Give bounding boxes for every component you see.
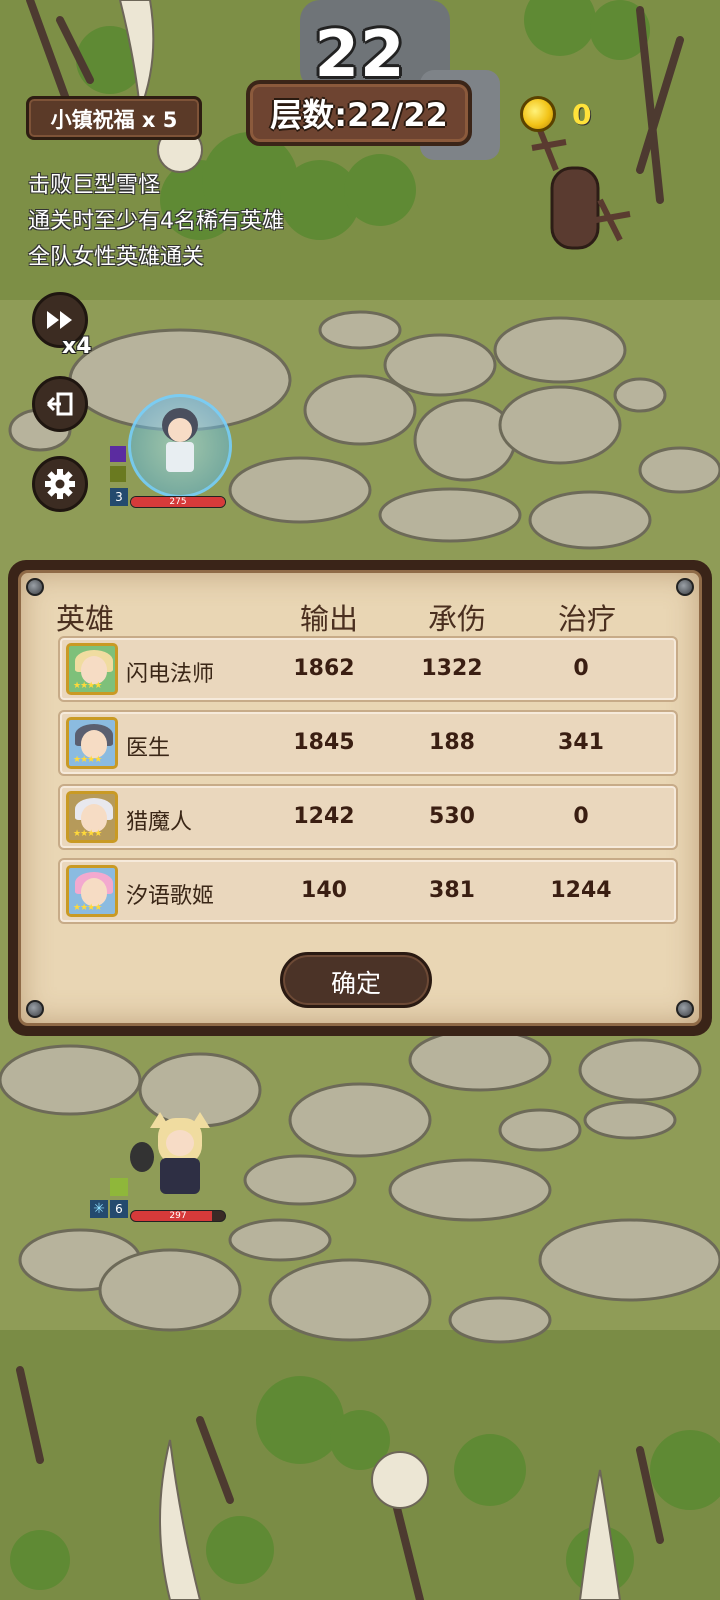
exit-button[interactable]: [32, 376, 88, 432]
damage-taken-value: 188: [429, 730, 475, 755]
damage-taken-value: 1322: [421, 656, 483, 681]
objective-item: 击败巨型雪怪: [28, 173, 161, 198]
hero-stat-row: ★★★★ 闪电法师 1862 1322 0: [58, 636, 678, 702]
portrait-face: [81, 656, 107, 684]
hero-unit-bottom[interactable]: [130, 1112, 230, 1212]
hero-name: 猎魔人: [126, 810, 193, 835]
coin-count: 0: [572, 98, 592, 131]
star-rating-icon: ★★★★: [73, 755, 102, 765]
level-badge: 6: [110, 1200, 128, 1218]
speed-multiplier: x4: [62, 334, 92, 359]
objective-item: 全队女性英雄通关: [28, 245, 205, 270]
floor-counter: 层数:22/22: [246, 80, 472, 146]
rivet-icon: [26, 578, 44, 596]
hero-face: [168, 418, 192, 442]
blessing-label: 小镇祝福 x 5: [50, 108, 178, 132]
buff-icon: [110, 1178, 128, 1196]
damage-taken-value: 530: [429, 804, 475, 829]
damage-value: 1862: [293, 656, 355, 681]
damage-value: 1845: [293, 730, 355, 755]
portrait-face: [81, 878, 107, 906]
star-rating-icon: ★★★★: [73, 903, 102, 913]
rivet-icon: [26, 1000, 44, 1018]
hero-unit-top[interactable]: [128, 394, 232, 498]
objectives-list: 击败巨型雪怪 通关时至少有4名稀有英雄 全队女性英雄通关: [28, 168, 284, 276]
hero-portrait: ★★★★: [66, 643, 118, 695]
confirm-button[interactable]: 确定: [280, 952, 432, 1008]
hp-value: 297: [169, 1211, 187, 1221]
cat-ear-icon: [190, 1112, 210, 1128]
exit-icon: [46, 392, 73, 416]
healing-value: 0: [573, 656, 589, 681]
header-damage-taken: 承伤: [428, 602, 487, 636]
header-healing: 治疗: [558, 602, 617, 636]
hero-stat-row: ★★★★ 猎魔人 1242 530 0: [58, 784, 678, 850]
battle-results-panel: 英雄 输出 承伤 治疗 ★★★★ 闪电法师 1862 1322 0 ★★★★ 医生 1845 1…: [8, 560, 712, 1036]
rivet-icon: [676, 578, 694, 596]
objective-item: 通关时至少有4名稀有英雄: [28, 209, 284, 234]
rivet-icon: [676, 1000, 694, 1018]
damage-taken-value: 381: [429, 878, 475, 903]
damage-value: 1242: [293, 804, 355, 829]
hp-value: 275: [169, 497, 187, 507]
hero-name: 汐语歌姬: [126, 884, 215, 909]
hero-robe: [160, 1158, 200, 1194]
coin-counter: 0: [520, 96, 610, 136]
hero-stat-row: ★★★★ 医生 1845 188 341: [58, 710, 678, 776]
hero-coat: [166, 442, 194, 472]
town-blessing-badge[interactable]: 小镇祝福 x 5: [26, 96, 202, 140]
hero-name: 闪电法师: [126, 662, 215, 687]
floor-counter-text: 层数:22/22: [270, 96, 448, 134]
header-hero: 英雄: [56, 602, 115, 636]
level-badge: 3: [110, 488, 128, 506]
portrait-face: [81, 730, 107, 758]
gold-coin-icon: [520, 96, 556, 132]
star-rating-icon: ★★★★: [73, 681, 102, 691]
hero-tail: [130, 1142, 154, 1172]
healing-value: 1244: [550, 878, 612, 903]
gear-icon: [45, 469, 75, 499]
hero-portrait: ★★★★: [66, 717, 118, 769]
frost-icon: ✳: [90, 1200, 108, 1218]
settings-button[interactable]: [32, 456, 88, 512]
healing-value: 0: [573, 804, 589, 829]
cat-ear-icon: [150, 1112, 170, 1128]
hero-portrait: ★★★★: [66, 865, 118, 917]
hero-face: [166, 1130, 194, 1156]
header-damage: 输出: [300, 602, 359, 636]
hero-stat-row: ★★★★ 汐语歌姬 140 381 1244: [58, 858, 678, 924]
healing-value: 341: [558, 730, 604, 755]
hero-name: 医生: [126, 736, 171, 761]
confirm-label: 确定: [330, 969, 381, 998]
buff-icon: [110, 466, 126, 482]
buff-icon: [110, 446, 126, 462]
fast-forward-icon: [47, 311, 72, 329]
portrait-face: [81, 804, 107, 832]
damage-value: 140: [301, 878, 347, 903]
star-rating-icon: ★★★★: [73, 829, 102, 839]
hero-portrait: ★★★★: [66, 791, 118, 843]
